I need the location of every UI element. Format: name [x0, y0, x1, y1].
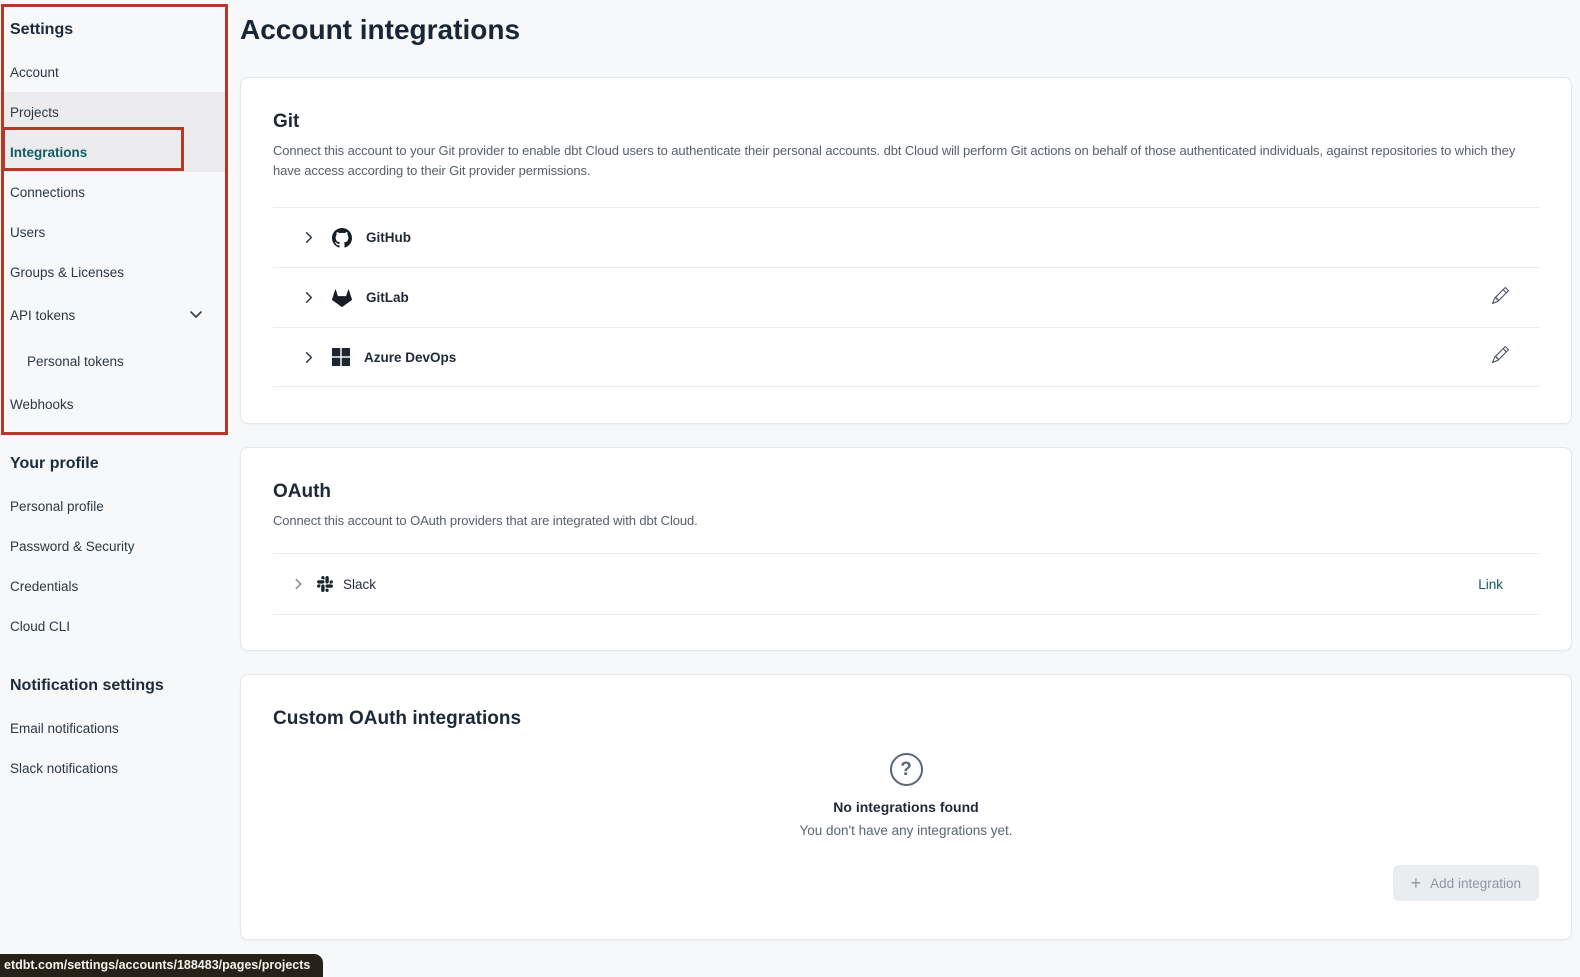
empty-state-title: No integrations found [833, 799, 978, 815]
oauth-section-title: OAuth [273, 480, 1539, 504]
sidebar-gap [0, 424, 230, 442]
git-row-label: GitLab [366, 290, 409, 305]
oauth-provider-list: Slack Link [273, 553, 1539, 615]
add-integration-button-label: Add integration [1430, 876, 1521, 891]
git-row-label: Azure DevOps [364, 350, 456, 365]
sidebar-header-your-profile: Your profile [0, 442, 230, 486]
custom-oauth-section-title: Custom OAuth integrations [273, 707, 1539, 731]
git-section-card: Git Connect this account to your Git pro… [240, 77, 1572, 424]
git-section-title: Git [273, 110, 1539, 134]
chevron-right-icon[interactable] [301, 290, 316, 305]
chevron-right-icon[interactable] [291, 577, 305, 591]
git-row-azure-devops[interactable]: Azure DevOps [273, 327, 1539, 387]
sidebar-item-password-security[interactable]: Password & Security [0, 526, 230, 566]
git-provider-list: GitHub GitLab [273, 207, 1539, 387]
oauth-row-slack[interactable]: Slack Link [273, 553, 1539, 615]
custom-oauth-section-card: Custom OAuth integrations ? No integrati… [240, 674, 1572, 940]
page-title: Account integrations [240, 10, 1572, 50]
sidebar-item-cloud-cli[interactable]: Cloud CLI [0, 606, 230, 646]
sidebar-gap [0, 646, 230, 664]
git-section-description: Connect this account to your Git provide… [273, 141, 1539, 181]
add-integration-button[interactable]: + Add integration [1393, 865, 1539, 901]
oauth-section-description: Connect this account to OAuth providers … [273, 511, 1539, 531]
sidebar-item-personal-tokens[interactable]: Personal tokens [0, 338, 230, 384]
question-circle-icon: ? [890, 753, 923, 786]
sidebar-item-connections[interactable]: Connections [0, 172, 230, 212]
gitlab-icon [332, 288, 352, 308]
sidebar-header-notification-settings: Notification settings [0, 664, 230, 708]
chevron-down-icon [188, 306, 204, 325]
sidebar-item-email-notifications[interactable]: Email notifications [0, 708, 230, 748]
sidebar-header-settings: Settings [0, 8, 230, 52]
github-icon [332, 228, 352, 248]
sidebar-item-personal-profile[interactable]: Personal profile [0, 486, 230, 526]
sidebar-item-projects[interactable]: Projects [0, 92, 225, 132]
sidebar-item-webhooks[interactable]: Webhooks [0, 384, 230, 424]
slack-icon [317, 576, 333, 592]
sidebar-item-credentials[interactable]: Credentials [0, 566, 230, 606]
chevron-right-icon[interactable] [301, 350, 316, 365]
git-row-gitlab[interactable]: GitLab [273, 267, 1539, 327]
oauth-section-card: OAuth Connect this account to OAuth prov… [240, 447, 1572, 651]
edit-pencil-icon[interactable] [1492, 346, 1509, 368]
sidebar-item-api-tokens[interactable]: API tokens [0, 292, 230, 338]
slack-link-action[interactable]: Link [1478, 577, 1503, 592]
git-row-github[interactable]: GitHub [273, 207, 1539, 267]
oauth-row-label: Slack [343, 577, 376, 592]
plus-icon: + [1411, 874, 1422, 892]
sidebar-item-integrations[interactable]: Integrations [0, 132, 225, 172]
sidebar-item-slack-notifications[interactable]: Slack notifications [0, 748, 230, 788]
sidebar-item-groups-licenses[interactable]: Groups & Licenses [0, 252, 230, 292]
settings-sidebar: Settings Account Projects Integrations C… [0, 0, 230, 977]
empty-state: ? No integrations found You don't have a… [273, 753, 1539, 838]
status-url-tooltip: etdbt.com/settings/accounts/188483/pages… [0, 954, 323, 977]
edit-pencil-icon[interactable] [1492, 287, 1509, 309]
git-row-label: GitHub [366, 230, 411, 245]
main-content: Account integrations Git Connect this ac… [240, 0, 1572, 940]
empty-state-subtitle: You don't have any integrations yet. [800, 823, 1013, 838]
sidebar-item-account[interactable]: Account [0, 52, 230, 92]
azure-devops-icon [332, 348, 350, 366]
chevron-right-icon[interactable] [301, 230, 316, 245]
sidebar-item-users[interactable]: Users [0, 212, 230, 252]
